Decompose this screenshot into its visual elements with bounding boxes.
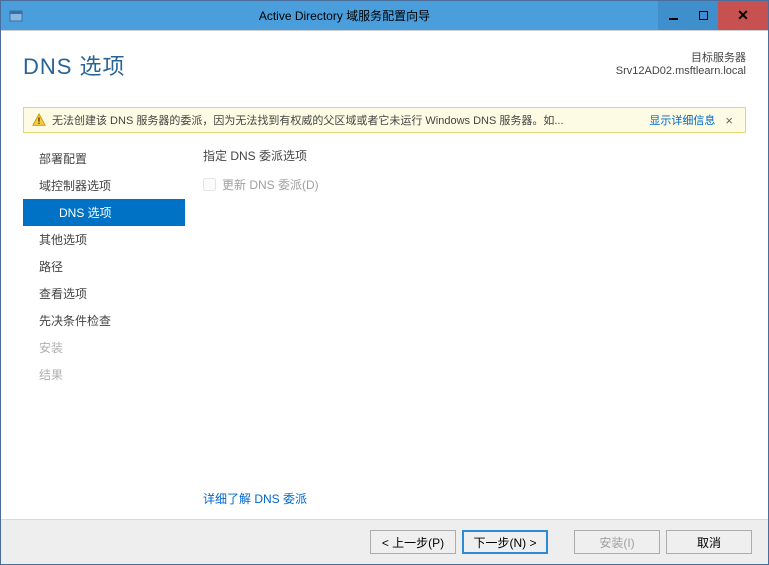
warning-bar: 无法创建该 DNS 服务器的委派，因为无法找到有权威的父区域或者它未运行 Win… bbox=[23, 107, 746, 133]
warning-close-button[interactable]: × bbox=[721, 113, 737, 128]
nav-review[interactable]: 查看选项 bbox=[23, 280, 185, 307]
install-button[interactable]: 安装(I) bbox=[574, 530, 660, 554]
nav-deploy-config[interactable]: 部署配置 bbox=[23, 145, 185, 172]
update-dns-delegation-row: 更新 DNS 委派(D) bbox=[203, 176, 746, 193]
nav-dc-options[interactable]: 域控制器选项 bbox=[23, 172, 185, 199]
wizard-nav: 部署配置 域控制器选项 DNS 选项 其他选项 路径 查看选项 先决条件检查 安… bbox=[23, 143, 185, 519]
minimize-button[interactable] bbox=[658, 1, 688, 30]
warning-details-link[interactable]: 显示详细信息 bbox=[649, 112, 715, 128]
update-dns-delegation-checkbox bbox=[203, 178, 216, 191]
page-title: DNS 选项 bbox=[23, 49, 126, 81]
wizard-main: 部署配置 域控制器选项 DNS 选项 其他选项 路径 查看选项 先决条件检查 安… bbox=[23, 143, 746, 519]
wizard-header: DNS 选项 目标服务器 Srv12AD02.msftlearn.local bbox=[23, 49, 746, 81]
section-title: 指定 DNS 委派选项 bbox=[203, 147, 746, 164]
warning-icon bbox=[32, 113, 46, 127]
window-controls: ✕ bbox=[658, 1, 768, 30]
nav-prereq[interactable]: 先决条件检查 bbox=[23, 307, 185, 334]
wizard-footer: < 上一步(P) 下一步(N) > 安装(I) 取消 bbox=[1, 519, 768, 564]
wizard-content: 指定 DNS 委派选项 更新 DNS 委派(D) 详细了解 DNS 委派 bbox=[185, 143, 746, 519]
close-button[interactable]: ✕ bbox=[718, 1, 768, 30]
nav-dns-options[interactable]: DNS 选项 bbox=[23, 199, 185, 226]
update-dns-delegation-label: 更新 DNS 委派(D) bbox=[222, 176, 319, 193]
warning-text: 无法创建该 DNS 服务器的委派，因为无法找到有权威的父区域或者它未运行 Win… bbox=[52, 112, 643, 128]
titlebar: Active Directory 域服务配置向导 ✕ bbox=[1, 1, 768, 31]
maximize-button[interactable] bbox=[688, 1, 718, 30]
target-server-info: 目标服务器 Srv12AD02.msftlearn.local bbox=[616, 49, 746, 77]
window-title: Active Directory 域服务配置向导 bbox=[31, 1, 658, 30]
wizard-body: DNS 选项 目标服务器 Srv12AD02.msftlearn.local 无… bbox=[1, 31, 768, 519]
prev-button[interactable]: < 上一步(P) bbox=[370, 530, 456, 554]
next-button[interactable]: 下一步(N) > bbox=[462, 530, 548, 554]
learn-more-link[interactable]: 详细了解 DNS 委派 bbox=[203, 490, 746, 507]
wizard-window: Active Directory 域服务配置向导 ✕ DNS 选项 目标服务器 … bbox=[0, 0, 769, 565]
target-label: 目标服务器 bbox=[616, 49, 746, 65]
nav-results: 结果 bbox=[23, 361, 185, 388]
nav-other-options[interactable]: 其他选项 bbox=[23, 226, 185, 253]
app-icon bbox=[1, 1, 31, 30]
cancel-button[interactable]: 取消 bbox=[666, 530, 752, 554]
target-server: Srv12AD02.msftlearn.local bbox=[616, 65, 746, 77]
nav-install: 安装 bbox=[23, 334, 185, 361]
nav-paths[interactable]: 路径 bbox=[23, 253, 185, 280]
